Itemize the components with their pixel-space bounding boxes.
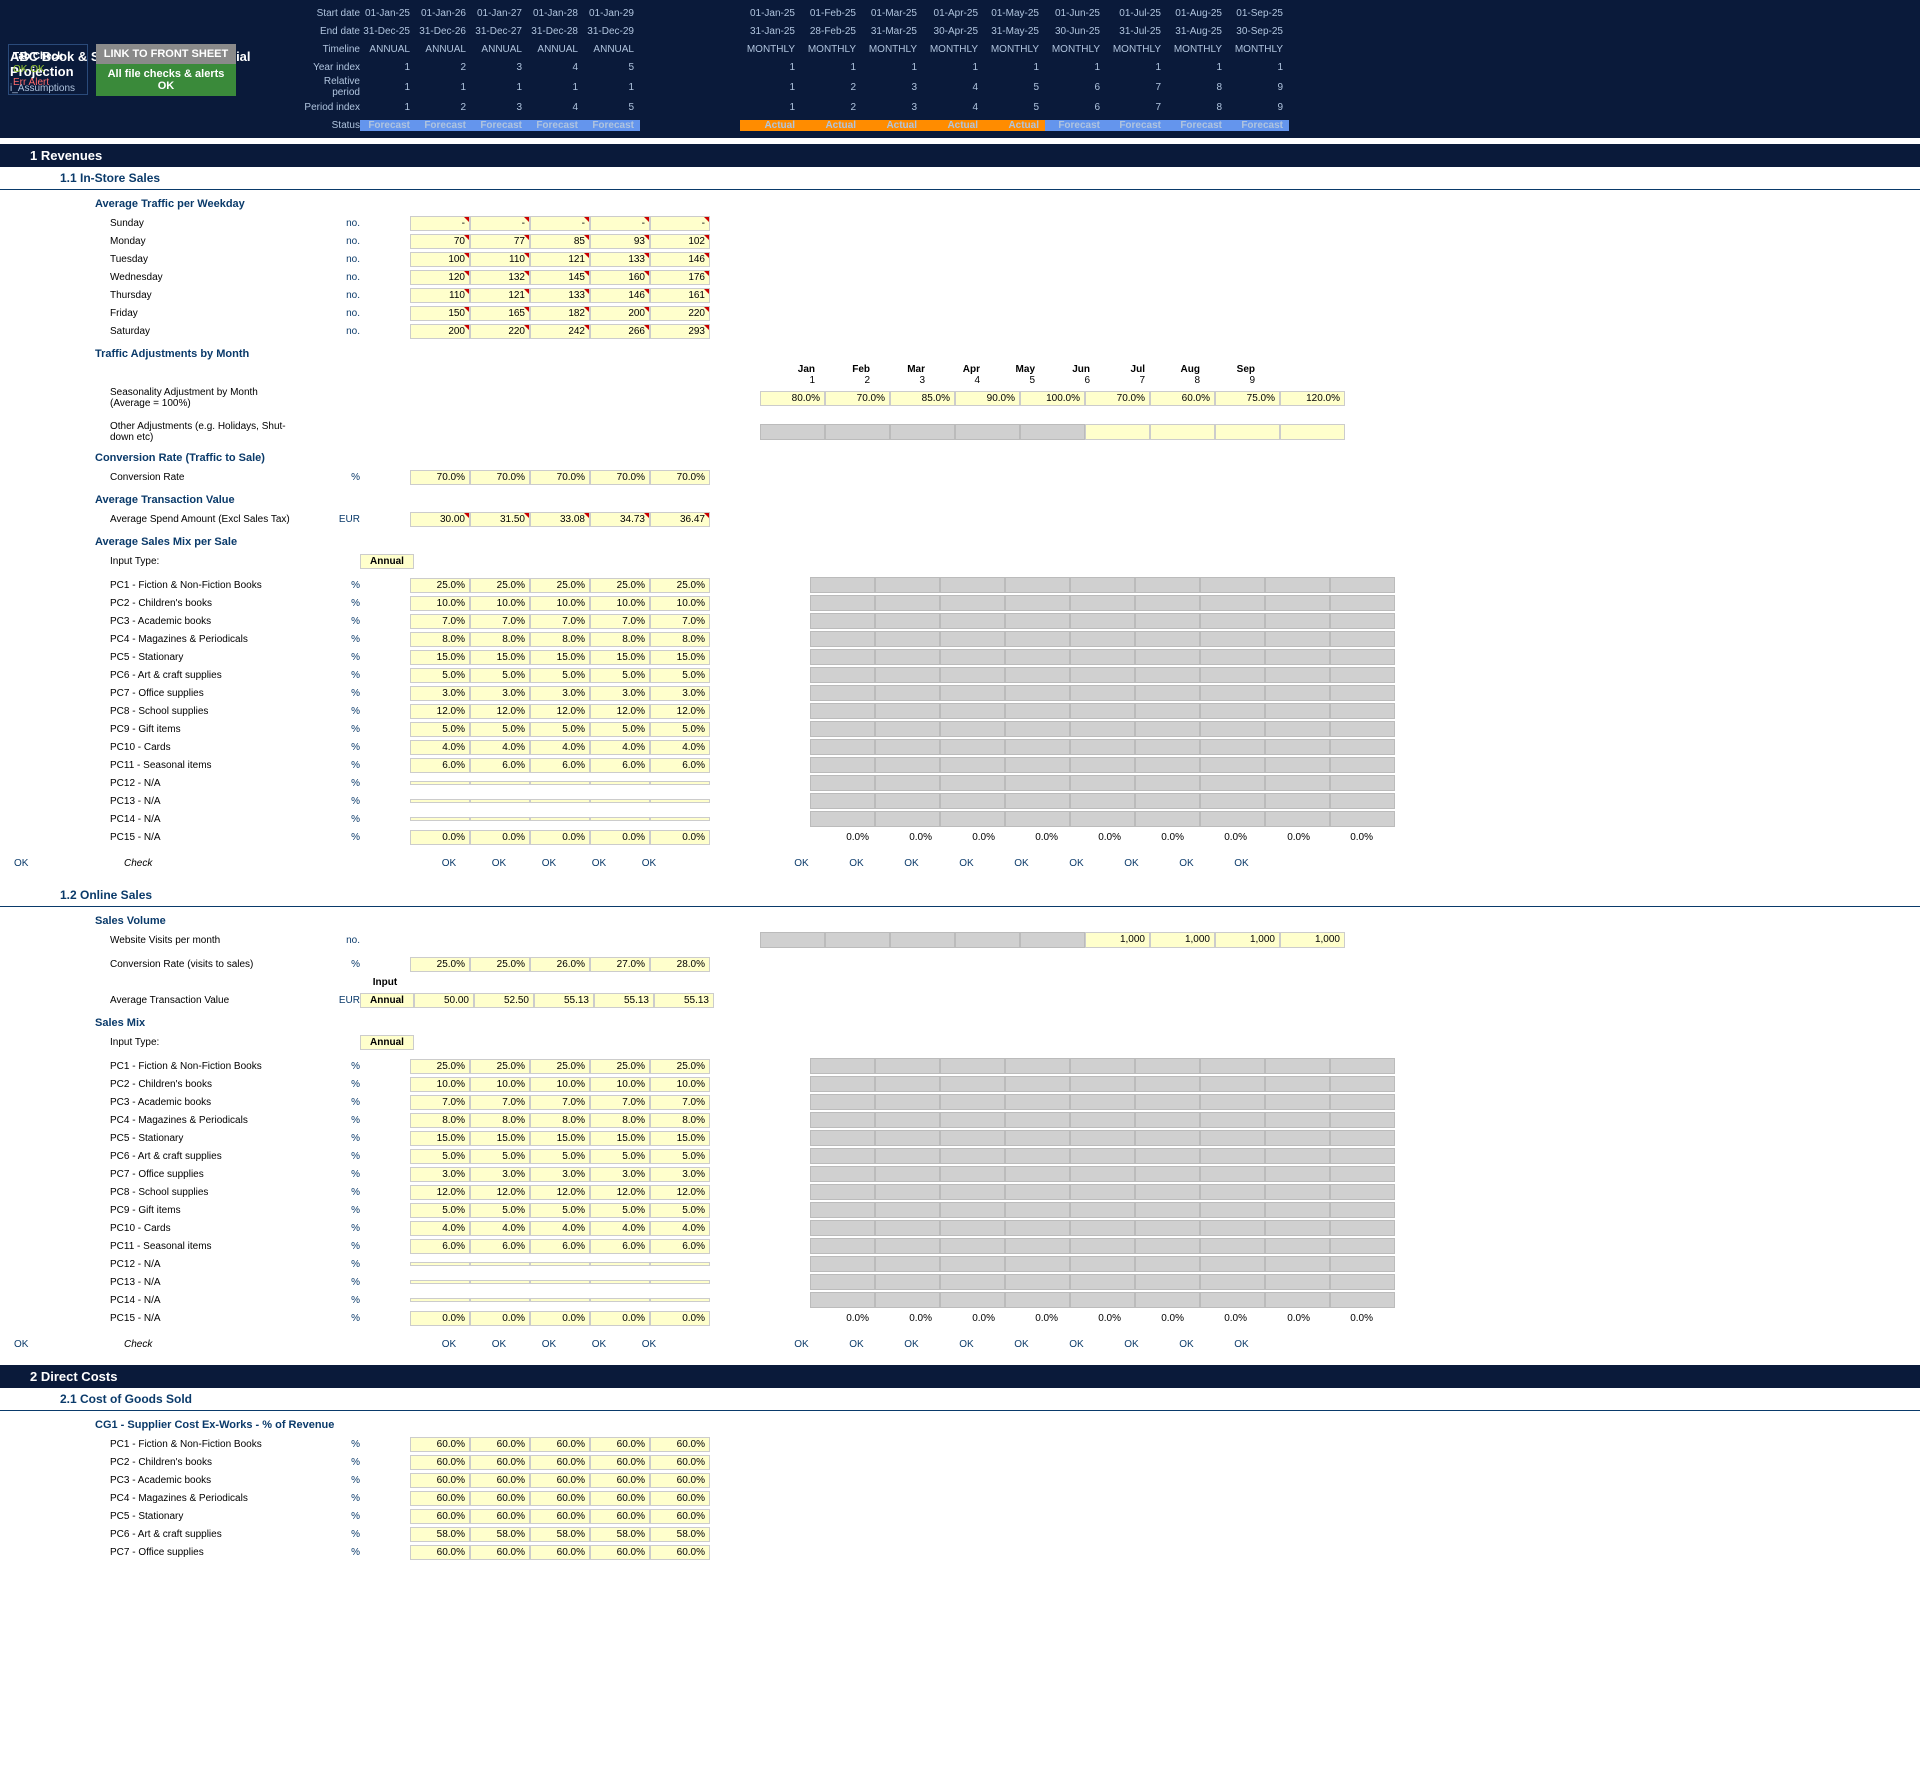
traffic-cell[interactable]: 182 — [530, 306, 590, 321]
traffic-cell[interactable]: 145 — [530, 270, 590, 285]
traffic-cell[interactable]: 161 — [650, 288, 710, 303]
section-revenues: 1 Revenues — [0, 144, 1920, 167]
traffic-cell[interactable]: 176 — [650, 270, 710, 285]
traffic-cell[interactable]: 121 — [470, 288, 530, 303]
traffic-cell[interactable]: 160 — [590, 270, 650, 285]
subsection-online: 1.2 Online Sales — [0, 884, 1920, 907]
traffic-cell[interactable]: - — [530, 216, 590, 231]
traffic-cell[interactable]: 70 — [410, 234, 470, 249]
atv-label: Average Spend Amount (Excl Sales Tax) — [110, 513, 300, 526]
group-mix: Average Sales Mix per Sale — [0, 528, 1920, 552]
traffic-cell[interactable]: 110 — [470, 252, 530, 267]
section-costs: 2 Direct Costs — [0, 1365, 1920, 1388]
conv-rate-label: Conversion Rate — [110, 471, 300, 484]
traffic-cell[interactable]: 266 — [590, 324, 650, 339]
group-atv: Average Transaction Value — [0, 486, 1920, 510]
traffic-cell[interactable]: 165 — [470, 306, 530, 321]
file-checks-button[interactable]: All file checks & alerts OK — [96, 64, 236, 96]
traffic-cell[interactable]: 110 — [410, 288, 470, 303]
traffic-cell[interactable]: 293 — [650, 324, 710, 339]
traffic-cell[interactable]: 133 — [590, 252, 650, 267]
traffic-cell[interactable]: 100 — [410, 252, 470, 267]
traffic-cell[interactable]: 146 — [590, 288, 650, 303]
group-vol: Sales Volume — [0, 907, 1920, 931]
online-conv-label: Conversion Rate (visits to sales) — [110, 958, 300, 971]
group-traffic: Average Traffic per Weekday — [0, 190, 1920, 214]
tab-check-box: Tab Check OK OK Err Alert — [8, 44, 88, 95]
traffic-cell[interactable]: 85 — [530, 234, 590, 249]
online-atv-label: Average Transaction Value — [110, 994, 300, 1007]
link-front-sheet-button[interactable]: LINK TO FRONT SHEET — [96, 44, 236, 64]
seasonality-label: Seasonality Adjustment by Month (Average… — [110, 386, 300, 410]
subsection-cogs: 2.1 Cost of Goods Sold — [0, 1388, 1920, 1411]
group-adj: Traffic Adjustments by Month — [0, 340, 1920, 364]
group-cg1: CG1 - Supplier Cost Ex-Works - % of Reve… — [0, 1411, 1920, 1435]
traffic-cell[interactable]: 133 — [530, 288, 590, 303]
traffic-cell[interactable]: 120 — [410, 270, 470, 285]
annual-tag[interactable]: Annual — [360, 554, 414, 569]
traffic-cell[interactable]: 200 — [590, 306, 650, 321]
traffic-cell[interactable]: - — [470, 216, 530, 231]
traffic-cell[interactable]: 93 — [590, 234, 650, 249]
group-mix2: Sales Mix — [0, 1009, 1920, 1033]
subsection-instore: 1.1 In-Store Sales — [0, 167, 1920, 190]
group-conv: Conversion Rate (Traffic to Sale) — [0, 444, 1920, 468]
traffic-cell[interactable]: 242 — [530, 324, 590, 339]
traffic-cell[interactable]: 220 — [650, 306, 710, 321]
traffic-cell[interactable]: 102 — [650, 234, 710, 249]
traffic-cell[interactable]: - — [590, 216, 650, 231]
traffic-cell[interactable]: 150 — [410, 306, 470, 321]
traffic-cell[interactable]: - — [410, 216, 470, 231]
traffic-cell[interactable]: 77 — [470, 234, 530, 249]
header: ABC Book & Stationary Shop Financial Pro… — [0, 0, 1920, 138]
traffic-cell[interactable]: 220 — [470, 324, 530, 339]
traffic-cell[interactable]: 132 — [470, 270, 530, 285]
traffic-cell[interactable]: 200 — [410, 324, 470, 339]
input-type-label: Input Type: — [110, 555, 300, 568]
traffic-cell[interactable]: - — [650, 216, 710, 231]
visits-label: Website Visits per month — [110, 934, 300, 947]
other-adj-label: Other Adjustments (e.g. Holidays, Shut-d… — [110, 420, 300, 444]
traffic-cell[interactable]: 121 — [530, 252, 590, 267]
traffic-cell[interactable]: 146 — [650, 252, 710, 267]
